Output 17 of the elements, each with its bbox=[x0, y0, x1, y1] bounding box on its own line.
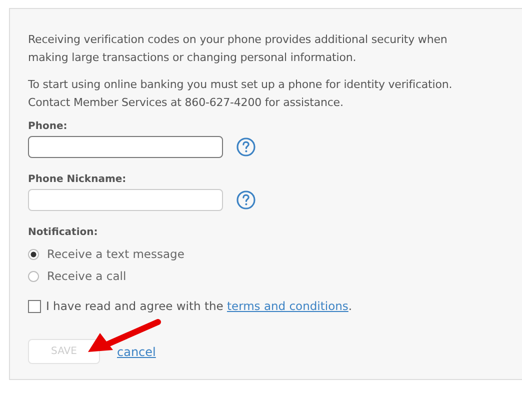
input-field[interactable] bbox=[28, 136, 223, 158]
radio-label[interactable]: Receive a text message bbox=[47, 247, 184, 261]
agreement-text: I have read and agree with the terms and conditions. bbox=[46, 299, 352, 313]
field-label: Phone: bbox=[28, 121, 68, 132]
radio-label[interactable]: Receive a call bbox=[47, 269, 126, 283]
info-paragraph: To start using online banking you must set up a phone for identity verification. Contact Member Services at 860-627-4200 for assistance. bbox=[28, 77, 454, 111]
input-field[interactable] bbox=[28, 189, 223, 211]
cancel-link[interactable]: cancel bbox=[117, 344, 156, 358]
help-icon[interactable] bbox=[236, 190, 256, 210]
checkbox[interactable] bbox=[28, 300, 41, 312]
help-icon[interactable] bbox=[236, 137, 256, 157]
field-label: Phone Nickname: bbox=[28, 174, 128, 185]
radio-button[interactable] bbox=[28, 248, 39, 260]
terms-link[interactable]: terms and conditions bbox=[226, 299, 348, 313]
field-label: Notification: bbox=[28, 227, 99, 238]
radio-button[interactable] bbox=[28, 270, 39, 282]
info-paragraph: Receiving verification codes on your phone provides additional security when making large transactions or changing personal information. bbox=[28, 32, 448, 66]
